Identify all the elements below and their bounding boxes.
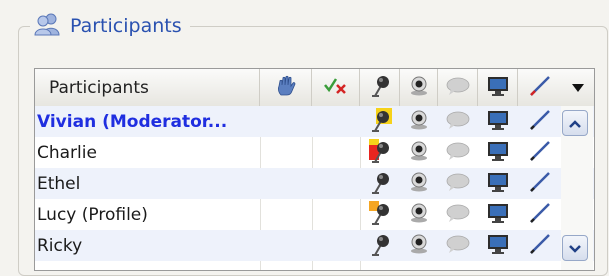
pencil-icon — [528, 140, 552, 166]
chat-bubble-icon — [446, 172, 470, 196]
scroll-up-button[interactable] — [562, 110, 588, 136]
mic-cell[interactable] — [360, 137, 400, 168]
column-header-label: Participants — [49, 77, 149, 98]
column-header-participants[interactable]: Participants — [35, 69, 260, 106]
monitor-icon — [487, 202, 509, 228]
chat-cell[interactable] — [438, 106, 478, 137]
chat-bubble-icon — [446, 110, 470, 134]
column-header-answer[interactable] — [312, 69, 360, 106]
dropdown-arrow-icon — [571, 78, 585, 97]
microphone-talking-icon — [367, 138, 393, 168]
screen-cell[interactable] — [478, 137, 518, 168]
whiteboard-cell[interactable] — [518, 106, 561, 137]
video-cell[interactable] — [400, 168, 438, 199]
microphone-icon — [367, 231, 393, 261]
microphone-icon — [367, 169, 393, 199]
participant-row[interactable]: Ethel — [35, 168, 594, 199]
participant-row[interactable]: Charlie — [35, 137, 594, 168]
column-header-screen[interactable] — [478, 69, 518, 106]
microphone-talking-icon — [367, 107, 393, 137]
monitor-icon — [487, 109, 509, 135]
column-header-whiteboard[interactable] — [518, 69, 561, 106]
pencil-icon — [528, 202, 552, 228]
groupbox-title: Participants — [70, 15, 182, 37]
column-header-chat[interactable] — [438, 69, 478, 106]
mic-cell[interactable] — [360, 106, 400, 137]
monitor-icon — [487, 140, 509, 166]
mic-cell[interactable] — [360, 199, 400, 230]
participant-row[interactable]: Lucy (Profile) — [35, 199, 594, 230]
mic-cell[interactable] — [360, 168, 400, 199]
screen-cell[interactable] — [478, 168, 518, 199]
grid-header: Participants — [35, 69, 594, 107]
webcam-icon — [409, 110, 429, 134]
participant-name: Ethel — [37, 173, 81, 194]
webcam-icon — [409, 141, 429, 165]
video-cell[interactable] — [400, 106, 438, 137]
microphone-talking-icon — [367, 200, 393, 230]
participants-grid[interactable]: Participants Vivian (Moderator... Charli… — [34, 68, 595, 271]
webcam-icon — [409, 234, 429, 258]
chat-cell[interactable] — [438, 137, 478, 168]
participant-name: Lucy (Profile) — [37, 204, 148, 225]
webcam-icon — [409, 172, 429, 196]
chevron-up-icon — [568, 114, 582, 133]
microphone-icon — [368, 74, 392, 102]
chat-bubble-icon — [446, 76, 470, 100]
groupbox-legend: Participants — [30, 12, 190, 40]
monitor-icon — [487, 171, 509, 197]
yes-no-icon — [323, 76, 349, 100]
chat-bubble-icon — [446, 141, 470, 165]
chevron-down-icon — [568, 239, 582, 258]
column-header-hand[interactable] — [260, 69, 312, 106]
participant-name: Charlie — [37, 142, 97, 163]
mic-cell[interactable] — [360, 230, 400, 261]
pencil-icon — [528, 75, 552, 101]
participant-row[interactable]: Vivian (Moderator... — [35, 106, 594, 137]
chat-bubble-icon — [446, 234, 470, 258]
pencil-icon — [528, 233, 552, 259]
participant-name: Vivian (Moderator... — [37, 111, 228, 132]
video-cell[interactable] — [400, 230, 438, 261]
pencil-icon — [528, 171, 552, 197]
webcam-icon — [409, 76, 429, 100]
video-cell[interactable] — [400, 137, 438, 168]
column-header-video[interactable] — [400, 69, 438, 106]
whiteboard-cell[interactable] — [518, 168, 561, 199]
chat-bubble-icon — [446, 203, 470, 227]
chat-cell[interactable] — [438, 199, 478, 230]
screen-cell[interactable] — [478, 106, 518, 137]
raised-hand-icon — [275, 75, 297, 101]
monitor-icon — [487, 75, 509, 101]
whiteboard-cell[interactable] — [518, 199, 561, 230]
webcam-icon — [409, 203, 429, 227]
column-header-audio[interactable] — [360, 69, 400, 106]
pencil-icon — [528, 109, 552, 135]
monitor-icon — [487, 233, 509, 259]
people-icon — [34, 12, 62, 40]
chat-cell[interactable] — [438, 230, 478, 261]
scroll-down-button[interactable] — [562, 235, 588, 261]
video-cell[interactable] — [400, 199, 438, 230]
participant-name: Ricky — [37, 235, 83, 256]
screen-cell[interactable] — [478, 199, 518, 230]
chat-cell[interactable] — [438, 168, 478, 199]
column-menu-button[interactable] — [561, 69, 594, 106]
screen-cell[interactable] — [478, 230, 518, 261]
whiteboard-cell[interactable] — [518, 137, 561, 168]
participant-row[interactable]: Ricky — [35, 230, 594, 261]
whiteboard-cell[interactable] — [518, 230, 561, 261]
